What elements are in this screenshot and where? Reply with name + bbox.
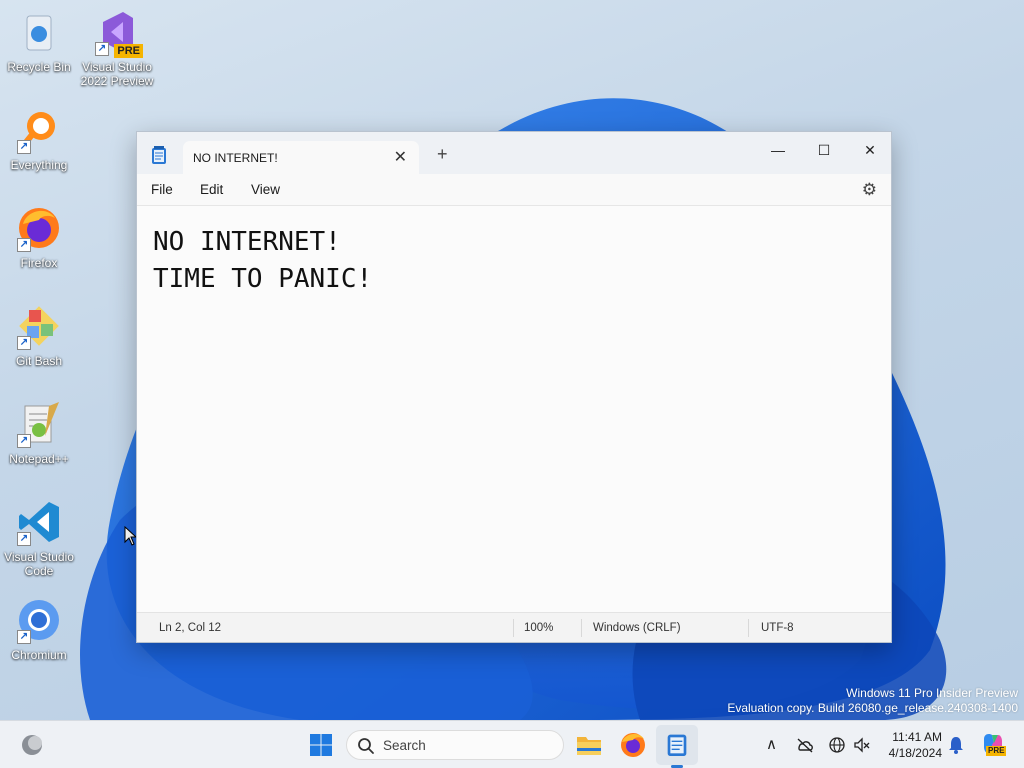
desktop-icon-label: Chromium [11, 648, 67, 662]
notepad-window: NO INTERNET! ✕ + — ☐ ✕ File Edit View ⚙ … [136, 131, 892, 643]
shortcut-arrow-icon: ↗ [17, 238, 31, 252]
menu-view[interactable]: View [251, 182, 280, 197]
status-divider [581, 619, 582, 637]
network-globe-icon[interactable] [828, 736, 846, 754]
tab-no-internet[interactable]: NO INTERNET! ✕ [183, 141, 419, 174]
desktop-icon-recycle-bin[interactable]: Recycle Bin [0, 8, 78, 74]
minimize-button[interactable]: — [755, 136, 801, 164]
encoding: UTF-8 [761, 622, 794, 634]
preview-badge: PRE [114, 44, 143, 58]
shortcut-arrow-icon: ↗ [17, 532, 31, 546]
status-divider [513, 619, 514, 637]
firefox-icon: ↗ [15, 204, 63, 252]
desktop-icon-label: Notepad++ [9, 452, 69, 466]
zoom-level: 100% [524, 622, 554, 634]
notepad-app-icon [152, 146, 166, 164]
clock-time: 11:41 AM [892, 730, 942, 744]
settings-gear-icon[interactable]: ⚙ [862, 180, 877, 200]
shortcut-arrow-icon: ↗ [17, 140, 31, 154]
copilot-preview-icon[interactable]: PRE [980, 731, 1007, 757]
desktop-icon-git-bash[interactable]: ↗ Git Bash [0, 302, 78, 368]
vscode-icon: ↗ [15, 498, 63, 546]
title-bar[interactable]: NO INTERNET! ✕ + — ☐ ✕ [137, 132, 891, 174]
desktop-icon-label: Everything [10, 158, 68, 172]
clock-date: 4/18/2024 [888, 746, 942, 760]
search-icon [358, 738, 374, 754]
notification-bell-icon[interactable] [948, 736, 964, 754]
editor-line-2: TIME TO PANIC! [153, 264, 373, 294]
firefox-taskbar-icon[interactable] [617, 729, 649, 761]
desktop-icon-label: Firefox [20, 256, 58, 270]
notepad-plus-plus-icon: ↗ [15, 400, 63, 448]
maximize-button[interactable]: ☐ [801, 136, 847, 164]
taskbar-clock[interactable]: 11:41 AM 4/18/2024 [880, 729, 942, 761]
recycle-bin-icon [15, 8, 63, 56]
everything-magnifier-icon: ↗ [15, 106, 63, 154]
tray-overflow-chevron-icon[interactable]: ∧ [766, 735, 777, 753]
shortcut-arrow-icon: ↗ [17, 336, 31, 350]
onedrive-offline-icon[interactable] [795, 737, 815, 753]
copilot-preview-badge: PRE [986, 746, 1007, 756]
tab-title: NO INTERNET! [193, 151, 278, 165]
search-placeholder: Search [383, 738, 426, 753]
desktop-icon-chromium[interactable]: ↗ Chromium [0, 596, 78, 662]
widgets-weather-icon[interactable] [16, 729, 48, 761]
desktop-icon-label: Visual Studio Code [4, 550, 74, 578]
taskbar-search-box[interactable]: Search [346, 730, 564, 760]
desktop-icon-everything[interactable]: ↗ Everything [0, 106, 78, 172]
file-explorer-icon[interactable] [573, 729, 605, 761]
notepad-taskbar-icon [667, 734, 687, 756]
watermark-line-2: Evaluation copy. Build 26080.ge_release.… [727, 701, 1018, 715]
desktop-icon-notepad-plus-plus[interactable]: ↗ Notepad++ [0, 400, 78, 466]
desktop-icon-label: Git Bash [15, 354, 63, 368]
menu-bar: File Edit View ⚙ [137, 174, 891, 206]
desktop-icon-visual-studio-code[interactable]: ↗ Visual Studio Code [0, 498, 78, 578]
line-ending: Windows (CRLF) [593, 622, 681, 634]
shortcut-arrow-icon: ↗ [95, 42, 109, 56]
close-tab-icon[interactable]: ✕ [394, 147, 407, 167]
shortcut-arrow-icon: ↗ [17, 434, 31, 448]
notepad-taskbar-button[interactable] [656, 725, 698, 765]
desktop-icon-label: Visual Studio 2022 Preview [80, 60, 154, 88]
desktop-icon-label: Recycle Bin [7, 60, 71, 74]
watermark-line-1: Windows 11 Pro Insider Preview [846, 686, 1018, 700]
editor-line-1: NO INTERNET! [153, 227, 341, 257]
visual-studio-preview-icon: PRE ↗ [93, 8, 143, 58]
taskbar: Search ∧ 11:41 AM 4/18/2024 PRE [0, 720, 1024, 768]
start-button-windows-icon[interactable] [305, 729, 337, 761]
evaluation-watermark: Windows 11 Pro Insider Preview Evaluatio… [727, 686, 1018, 716]
status-divider [748, 619, 749, 637]
menu-edit[interactable]: Edit [200, 182, 223, 197]
volume-muted-icon[interactable] [853, 736, 871, 754]
shortcut-arrow-icon: ↗ [17, 630, 31, 644]
cursor-position: Ln 2, Col 12 [159, 622, 222, 634]
chromium-icon: ↗ [15, 596, 63, 644]
menu-file[interactable]: File [151, 182, 173, 197]
git-bash-icon: ↗ [15, 302, 63, 350]
new-tab-button[interactable]: + [437, 144, 448, 165]
status-bar: Ln 2, Col 12 100% Windows (CRLF) UTF-8 [137, 612, 891, 642]
desktop-icon-firefox[interactable]: ↗ Firefox [0, 204, 78, 270]
close-button[interactable]: ✕ [847, 136, 893, 164]
desktop-icon-visual-studio-2022-preview[interactable]: PRE ↗ Visual Studio 2022 Preview [78, 8, 156, 88]
text-editor[interactable]: NO INTERNET! TIME TO PANIC! [137, 206, 891, 612]
